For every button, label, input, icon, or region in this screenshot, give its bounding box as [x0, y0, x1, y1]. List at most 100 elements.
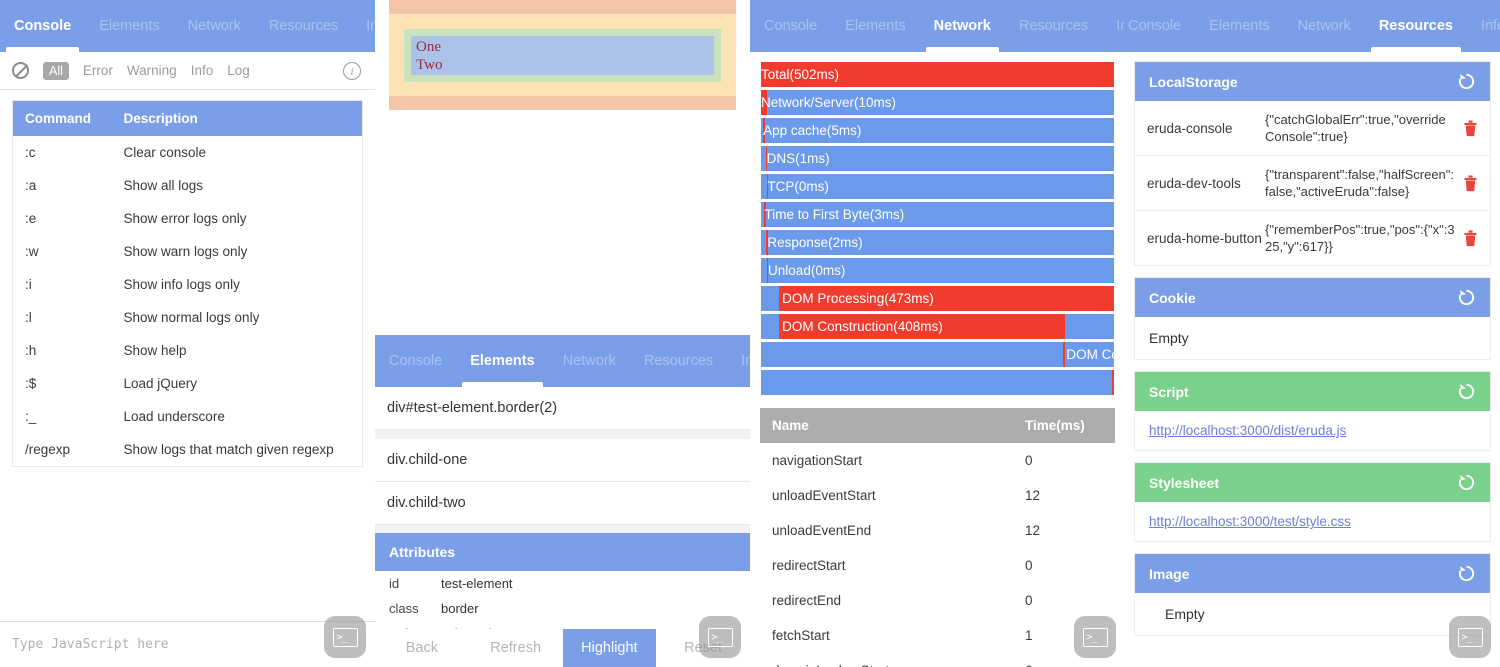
attribute-row: class border: [375, 596, 750, 621]
tab-network[interactable]: Network: [920, 0, 1005, 52]
timing-bar-label: Time to First Byte(3ms): [764, 207, 905, 222]
tab-console[interactable]: Console: [750, 0, 831, 52]
cell-name: redirectEnd: [772, 593, 842, 608]
delete-icon[interactable]: [1463, 175, 1478, 192]
refresh-icon[interactable]: [1457, 288, 1476, 307]
tab-label: Console: [764, 18, 818, 34]
highlight-button[interactable]: Highlight: [562, 629, 657, 667]
tab-info[interactable]: Info: [1102, 0, 1125, 52]
resource-card-cookie: Cookie Empty: [1135, 278, 1490, 359]
cell-name: unloadEventEnd: [772, 523, 872, 538]
table-row: unloadEventEnd 12: [760, 513, 1115, 548]
tabbar-network[interactable]: ConsoleElementsNetworkResourcesInfoSni: [750, 0, 1125, 52]
timing-bar: App cache(5ms): [760, 117, 1115, 144]
delete-icon[interactable]: [1463, 230, 1478, 247]
console-footer: Type JavaScript here: [0, 621, 375, 667]
table-row: domainLookupStart6: [760, 653, 1115, 667]
console-filter-error[interactable]: Error: [83, 63, 113, 78]
tab-network[interactable]: Network: [174, 0, 255, 52]
home-button-2[interactable]: >_: [699, 616, 741, 658]
resource-link[interactable]: http://localhost:3000/test/style.css: [1135, 502, 1490, 541]
tab-network[interactable]: Network: [549, 335, 630, 387]
console-filter-info[interactable]: Info: [191, 63, 214, 78]
home-button-1[interactable]: >_: [324, 616, 366, 658]
tab-resources[interactable]: Resources: [630, 335, 727, 387]
delete-icon[interactable]: [1463, 120, 1478, 137]
tab-info[interactable]: Info: [727, 335, 750, 387]
storage-row[interactable]: eruda-home-button {"rememberPos":true,"po…: [1135, 211, 1490, 265]
refresh-icon[interactable]: [1457, 473, 1476, 492]
card-header: LocalStorage: [1135, 62, 1490, 101]
console-filter-all[interactable]: All: [43, 61, 69, 80]
cell-time: 0: [1025, 593, 1033, 608]
cell-command: /regexp: [25, 442, 71, 457]
tabbar-elements[interactable]: ConsoleElementsNetworkResourcesInfoSni: [375, 335, 750, 387]
timing-bar-fill: [1112, 370, 1114, 395]
tab-resources[interactable]: Resources: [255, 0, 352, 52]
js-input[interactable]: Type JavaScript here: [0, 621, 375, 667]
timing-bar: Time to First Byte(3ms): [760, 201, 1115, 228]
tab-elements[interactable]: Elements: [456, 335, 548, 387]
card-body: http://localhost:3000/test/style.css: [1135, 502, 1490, 541]
timing-bar: Unload(0ms): [760, 257, 1115, 284]
tab-console[interactable]: Console: [0, 0, 85, 52]
storage-row[interactable]: eruda-dev-tools {"transparent":false,"hal…: [1135, 156, 1490, 211]
table-row: :w Show warn logs only: [13, 235, 363, 268]
cell-time: 12: [1025, 488, 1041, 503]
table-row: unloadEventStart 12: [760, 478, 1115, 513]
tab-console[interactable]: Console: [1125, 0, 1195, 52]
empty-text: Empty: [1165, 606, 1205, 622]
attribute-value: test-element: [441, 576, 513, 591]
tab-label: Elements: [845, 18, 906, 34]
resource-link[interactable]: http://localhost:3000/dist/eruda.js: [1135, 411, 1490, 450]
refresh-button[interactable]: Refresh: [468, 629, 563, 667]
cell-description: Clear console: [123, 145, 207, 160]
tab-resources[interactable]: Resources: [1365, 0, 1467, 52]
attribute-row: id test-element: [375, 571, 750, 596]
tab-resources[interactable]: Resources: [1005, 0, 1102, 52]
storage-row[interactable]: eruda-console {"catchGlobalErr":true,"ove…: [1135, 101, 1490, 156]
cell-command: :w: [25, 244, 39, 259]
cell-description: Show help: [123, 343, 187, 358]
tabbar-console[interactable]: ConsoleElementsNetworkResourcesInfoSni: [0, 0, 375, 52]
cell-description: Show error logs only: [123, 211, 247, 226]
tab-label: Console: [1127, 18, 1182, 34]
console-filter-warning[interactable]: Warning: [127, 63, 177, 78]
element-child-two[interactable]: div.child-two: [375, 482, 750, 525]
refresh-icon[interactable]: [1457, 564, 1476, 583]
storage-value: {"catchGlobalErr":true,"overrideConsole"…: [1265, 112, 1446, 144]
tab-info[interactable]: Info: [1467, 0, 1500, 52]
cell-name: domainLookupStart: [760, 663, 1025, 667]
timing-bar: DOM Construction(408ms): [760, 313, 1115, 340]
element-child-one[interactable]: div.child-one: [375, 439, 750, 482]
tab-elements[interactable]: Elements: [85, 0, 173, 52]
tab-elements[interactable]: Elements: [1195, 0, 1283, 52]
tab-info[interactable]: Info: [352, 0, 375, 52]
tabbar-resources[interactable]: SniConsoleElementsNetworkResourcesInfoSn…: [1125, 0, 1500, 52]
cell-time: 0: [1025, 558, 1033, 573]
refresh-icon[interactable]: [1457, 72, 1476, 91]
page-preview: One Two: [375, 0, 750, 335]
refresh-icon[interactable]: [1457, 382, 1476, 401]
tab-elements[interactable]: Elements: [831, 0, 919, 52]
table-row: :h Show help: [13, 334, 363, 367]
timing-bar: TCP(0ms): [760, 173, 1115, 200]
home-button-4[interactable]: >_: [1449, 616, 1491, 658]
devtools-panel-elements: One Two Console Elements Network Resources I…: [375, 0, 750, 667]
tab-label: Resources: [1378, 18, 1453, 34]
table-row: :c Clear console: [13, 136, 363, 169]
tab-network[interactable]: Network: [1284, 0, 1365, 52]
cell-description: Show all logs: [123, 178, 204, 193]
info-icon[interactable]: i: [343, 61, 361, 80]
tab-console[interactable]: Console: [375, 335, 456, 387]
element-selected[interactable]: div#test-element.border(2): [375, 387, 750, 430]
home-button-3[interactable]: >_: [1074, 616, 1116, 658]
terminal-icon: >_: [1082, 627, 1108, 647]
back-button[interactable]: Back: [375, 629, 469, 667]
console-filter-bar: All Error Warning Info Log i: [0, 52, 375, 90]
element-divider: [375, 430, 750, 439]
cell-description: Show logs that match given regexp: [123, 442, 334, 457]
console-filter-log[interactable]: Log: [227, 63, 250, 78]
clear-console-icon[interactable]: [12, 62, 29, 79]
col-header-time: Time(ms): [1025, 418, 1085, 433]
